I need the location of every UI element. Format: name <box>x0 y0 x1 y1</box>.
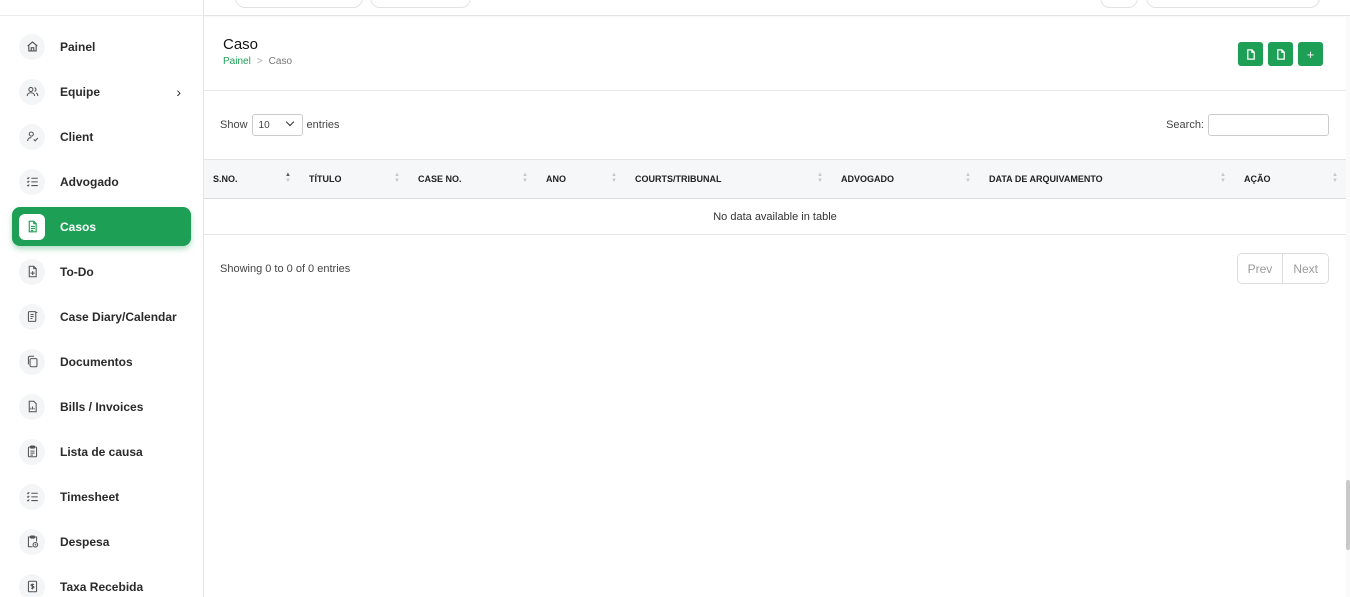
list-check-icon <box>19 483 45 510</box>
table-search: Search: <box>1166 114 1329 136</box>
sidebar-item-lista-de-causa[interactable]: Lista de causa <box>12 432 191 471</box>
receipt-icon <box>19 573 45 597</box>
sidebar-item-casos[interactable]: Casos <box>12 207 191 246</box>
topbar-icon-button[interactable] <box>1100 0 1138 8</box>
sidebar-item-label: Lista de causa <box>60 444 143 459</box>
sort-icon: ▲ ▼ <box>1332 172 1338 184</box>
sort-icon: ▲ ▼ <box>817 172 823 184</box>
sidebar-item-client[interactable]: Client <box>12 117 191 156</box>
pagination: Prev Next <box>1236 253 1329 284</box>
column-header-case-no[interactable]: CASE NO. ▲ ▼ <box>408 160 536 199</box>
sort-icon: ▲ ▼ <box>394 172 400 184</box>
sidebar-item-label: Documentos <box>60 354 133 369</box>
clipboard-clock-icon <box>19 528 45 555</box>
plus-icon: + <box>1306 46 1315 62</box>
sidebar: Painel Equipe › Client Advogado Casos To… <box>0 0 204 597</box>
table-info: Showing 0 to 0 of 0 entries <box>220 263 351 275</box>
list-check-icon <box>19 168 45 195</box>
home-icon <box>19 33 45 60</box>
users-icon <box>19 78 45 105</box>
sidebar-item-bills[interactable]: Bills / Invoices <box>12 387 191 426</box>
next-page-button[interactable]: Next <box>1282 254 1328 283</box>
user-menu[interactable] <box>1146 0 1320 8</box>
file-icon <box>1276 48 1285 60</box>
column-header-sno[interactable]: S.NO. ▲ ▼ <box>204 160 299 199</box>
sort-icon: ▲ ▼ <box>611 172 617 184</box>
sidebar-item-label: Painel <box>60 39 96 54</box>
entries-length: Show 10 entries <box>220 114 340 136</box>
main-content: Caso Painel > Caso + Show 10 entries Sea… <box>204 17 1346 597</box>
clipboard-icon <box>19 438 45 465</box>
column-header-titulo[interactable]: TÍTULO ▲ ▼ <box>299 160 408 199</box>
add-case-button[interactable]: + <box>1298 42 1323 66</box>
sidebar-item-label: Casos <box>60 219 97 234</box>
sort-icon: ▲ ▼ <box>522 172 528 184</box>
sidebar-header <box>0 0 203 16</box>
sidebar-item-timesheet[interactable]: Timesheet <box>12 477 191 516</box>
sidebar-item-label: Case Diary/Calendar <box>60 309 177 324</box>
sort-icon: ▲ ▼ <box>285 172 291 184</box>
breadcrumb-home-link[interactable]: Painel <box>223 56 251 67</box>
page-actions: + <box>1238 42 1323 66</box>
copy-icon <box>19 348 45 375</box>
page-header: Caso Painel > Caso + <box>204 17 1346 91</box>
export-button-2[interactable] <box>1268 42 1293 66</box>
sidebar-item-advogado[interactable]: Advogado <box>12 162 191 201</box>
topbar-tab[interactable] <box>370 0 471 8</box>
column-header-ano[interactable]: ANO ▲ ▼ <box>536 160 625 199</box>
show-label: Show <box>220 119 248 131</box>
column-header-acao[interactable]: AÇÃO ▲ ▼ <box>1234 160 1346 199</box>
sidebar-item-label: Timesheet <box>60 489 120 504</box>
sidebar-item-painel[interactable]: Painel <box>12 27 191 66</box>
table-header-row: S.NO. ▲ ▼ TÍTULO ▲ ▼ CASE NO. ▲ ▼ ANO ▲ ▼ COURTS… <box>204 159 1346 199</box>
sidebar-item-label: Despesa <box>60 534 110 549</box>
breadcrumb: Painel > Caso <box>223 56 292 67</box>
sidebar-item-label: Advogado <box>60 174 119 189</box>
sidebar-item-case-diary[interactable]: Case Diary/Calendar <box>12 297 191 336</box>
user-check-icon <box>19 123 45 150</box>
entries-select[interactable]: 10 <box>251 114 303 136</box>
chevron-right-icon: › <box>176 84 181 100</box>
breadcrumb-current: Caso <box>268 56 293 67</box>
sidebar-item-todo[interactable]: To-Do <box>12 252 191 291</box>
sidebar-item-documentos[interactable]: Documentos <box>12 342 191 381</box>
column-header-advogado[interactable]: ADVOGADO ▲ ▼ <box>831 160 979 199</box>
file-text-icon <box>19 213 45 240</box>
table-row: No data available in table <box>204 198 1346 235</box>
sidebar-item-label: Client <box>60 129 94 144</box>
sort-icon: ▲ ▼ <box>1220 172 1226 184</box>
topbar-tab[interactable] <box>235 0 363 8</box>
search-label: Search: <box>1166 119 1204 131</box>
sidebar-item-label: Equipe <box>60 84 101 99</box>
sort-icon: ▲ ▼ <box>965 172 971 184</box>
chevron-down-icon <box>285 117 294 127</box>
search-input[interactable] <box>1208 114 1329 136</box>
sidebar-item-despesa[interactable]: Despesa <box>12 522 191 561</box>
invoice-icon <box>19 393 45 420</box>
sidebar-item-taxa-recebida[interactable]: Taxa Recebida <box>12 567 191 597</box>
scrollbar[interactable] <box>1346 480 1350 550</box>
top-bar <box>204 0 1350 16</box>
file-plus-icon <box>19 258 45 285</box>
sidebar-item-label: Bills / Invoices <box>60 399 144 414</box>
file-icon <box>1246 48 1255 60</box>
cases-table: S.NO. ▲ ▼ TÍTULO ▲ ▼ CASE NO. ▲ ▼ ANO ▲ ▼ COURTS… <box>204 159 1346 235</box>
table-controls: Show 10 entries Search: <box>204 91 1346 159</box>
prev-page-button[interactable]: Prev <box>1237 254 1283 283</box>
export-button[interactable] <box>1238 42 1263 66</box>
entries-select-value: 10 <box>258 119 270 131</box>
breadcrumb-separator: > <box>256 56 263 67</box>
empty-table-message: No data available in table <box>204 198 1346 235</box>
column-header-courts[interactable]: COURTS/TRIBUNAL ▲ ▼ <box>625 160 831 199</box>
sidebar-item-label: To-Do <box>60 264 94 279</box>
column-header-data-arquivamento[interactable]: DATA DE ARQUIVAMENTO ▲ ▼ <box>979 160 1234 199</box>
table-footer: Showing 0 to 0 of 0 entries Prev Next <box>204 235 1346 305</box>
sidebar-nav: Painel Equipe › Client Advogado Casos To… <box>0 16 203 597</box>
notebook-icon <box>19 303 45 330</box>
entries-label: entries <box>306 119 340 131</box>
page-title: Caso <box>223 36 259 53</box>
sidebar-item-label: Taxa Recebida <box>60 579 144 594</box>
sidebar-item-equipe[interactable]: Equipe › <box>12 72 191 111</box>
